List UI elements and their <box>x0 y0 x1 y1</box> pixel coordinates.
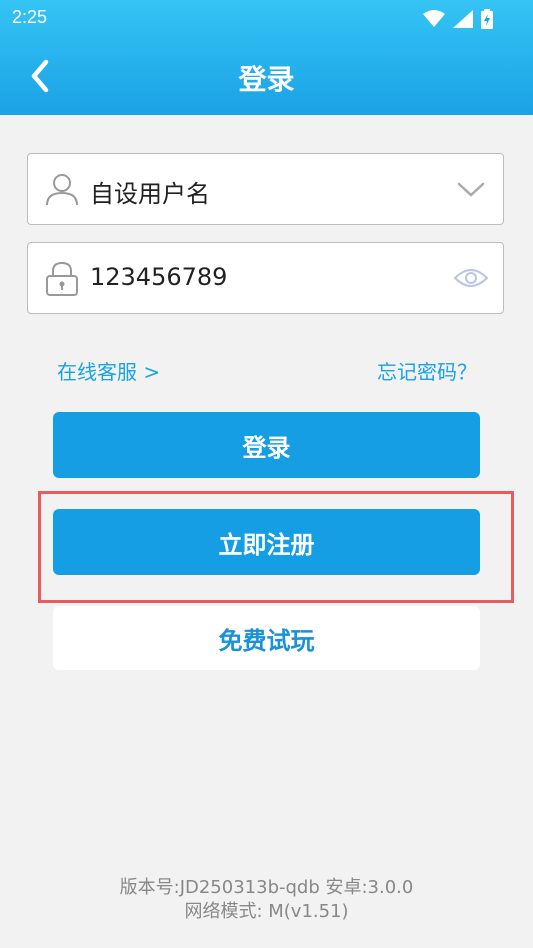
wifi-icon <box>423 10 445 27</box>
username-field[interactable]: 自设用户名 <box>27 153 504 225</box>
password-field[interactable]: 123456789 <box>27 242 504 314</box>
battery-icon <box>481 9 493 29</box>
user-icon <box>46 174 78 206</box>
network-mode: 网络模式: M(v1.51) <box>184 901 349 922</box>
free-trial-button[interactable]: 免费试玩 <box>53 606 480 670</box>
register-button[interactable]: 立即注册 <box>53 509 480 575</box>
login-button[interactable]: 登录 <box>53 412 480 478</box>
eye-icon[interactable] <box>453 263 489 293</box>
password-value[interactable]: 123456789 <box>90 263 227 291</box>
customer-service-link[interactable]: 在线客服 > <box>57 356 160 385</box>
username-value[interactable]: 自设用户名 <box>90 174 210 209</box>
version-info: 版本号:JD250313b-qdb 安卓:3.0.0 <box>119 877 414 898</box>
forgot-password-link[interactable]: 忘记密码？ <box>377 356 477 385</box>
status-icons <box>423 9 493 29</box>
footer: 版本号:JD250313b-qdb 安卓:3.0.0 网络模式: M(v1.51… <box>0 876 533 924</box>
signal-icon <box>453 10 473 28</box>
page-title: 登录 <box>238 63 295 96</box>
chevron-down-icon[interactable] <box>453 174 489 204</box>
status-bar: 2:25 <box>0 0 533 36</box>
app-header: 2:25 登录 <box>0 0 533 115</box>
status-time: 2:25 <box>12 7 48 27</box>
lock-icon <box>46 261 78 296</box>
